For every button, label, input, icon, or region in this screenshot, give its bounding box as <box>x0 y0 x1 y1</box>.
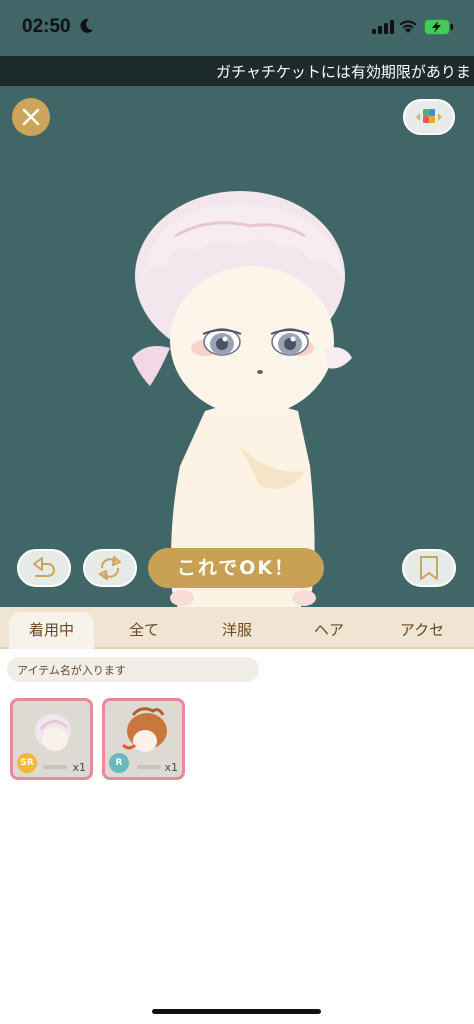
color-palette-button[interactable] <box>403 99 455 135</box>
avatar-stage <box>0 86 474 608</box>
item-name-placeholder: アイテム名が入ります <box>17 664 126 677</box>
status-bar: 02:50 <box>0 0 474 56</box>
tab-accessories[interactable]: アクセ <box>380 612 464 649</box>
rotate-button[interactable] <box>83 549 137 587</box>
item-quantity: x1 <box>72 761 86 774</box>
battery-charging-icon <box>424 19 453 35</box>
home-indicator[interactable] <box>152 1009 321 1014</box>
tab-all[interactable]: 全て <box>104 612 184 649</box>
wifi-icon <box>399 20 417 33</box>
ticker-text: ガチャチケットには有効期限がありま <box>216 63 471 81</box>
rarity-badge: R <box>109 753 129 773</box>
confirm-ok-button[interactable]: これでOK！ <box>148 548 324 588</box>
bookmark-icon <box>420 556 438 580</box>
color-palette-icon <box>416 109 442 123</box>
item-quantity: x1 <box>164 761 178 774</box>
status-time: 02:50 <box>22 16 71 37</box>
category-tab-bar: 着用中 全て 洋服 ヘア アクセ <box>0 607 474 649</box>
tab-clothes[interactable]: 洋服 <box>196 612 278 649</box>
tab-hair[interactable]: ヘア <box>288 612 370 649</box>
close-button[interactable] <box>12 98 50 136</box>
bookmark-button[interactable] <box>402 549 456 587</box>
moon-icon <box>80 18 93 33</box>
avatar-character <box>132 191 352 608</box>
close-icon <box>22 108 40 126</box>
item-card[interactable]: SR x1 <box>10 698 93 780</box>
cellular-signal-icon <box>372 20 394 34</box>
item-card[interactable]: R x1 <box>102 698 185 780</box>
undo-icon <box>33 557 55 577</box>
rarity-badge: SR <box>17 753 37 773</box>
item-name-field[interactable]: アイテム名が入ります <box>7 657 259 682</box>
tab-wearing[interactable]: 着用中 <box>9 612 94 649</box>
rotate-icon <box>99 556 121 580</box>
undo-button[interactable] <box>17 549 71 587</box>
news-ticker: ガチャチケットには有効期限がありま <box>0 56 474 86</box>
